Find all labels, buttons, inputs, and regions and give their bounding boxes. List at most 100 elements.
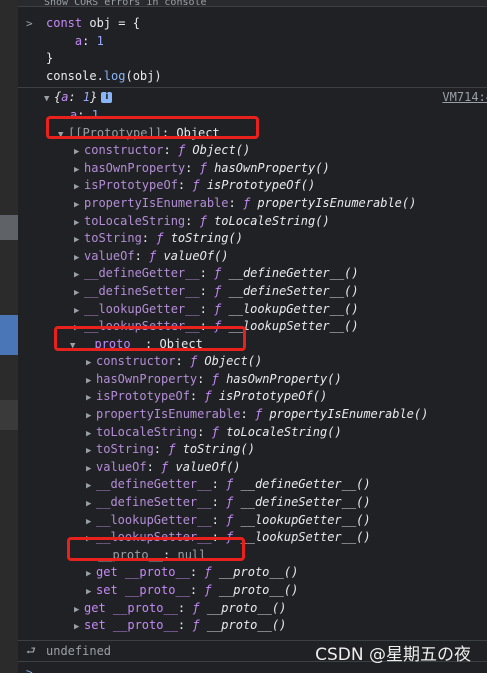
property-row[interactable]: ▶ toString: ƒ toString() [18, 230, 487, 248]
property-key: hasOwnProperty [96, 371, 198, 386]
function-signature: __lookupGetter__() [233, 512, 371, 527]
prompt-chevron-icon[interactable]: > [26, 662, 33, 673]
property-key: get __proto__ [96, 565, 190, 580]
code-text: console.log(obj) [46, 68, 162, 83]
property-row[interactable]: ▶ toLocaleString: ƒ toLocaleString() [18, 424, 487, 442]
function-icon: ƒ [211, 371, 219, 386]
function-signature: __defineSetter__() [233, 495, 371, 510]
property-row[interactable]: ▶ __lookupSetter__: ƒ __lookupSetter__() [18, 318, 487, 336]
function-signature: toLocaleString() [218, 424, 342, 439]
property-key: __defineSetter__ [96, 495, 212, 510]
expand-triangle-icon[interactable]: ▶ [74, 619, 84, 637]
property-row[interactable]: ▶ propertyIsEnumerable: ƒ propertyIsEnume… [18, 195, 487, 213]
code-line: > const obj = { [18, 15, 487, 33]
console-input-block: > const obj = { a: 1 } console.log(obj) [18, 7, 487, 85]
property-key: toString [96, 442, 154, 457]
property-row[interactable]: ▶ valueOf: ƒ valueOf() [18, 459, 487, 477]
function-icon: ƒ [192, 618, 200, 633]
watermark: CSDN @星期五の夜 [315, 645, 471, 665]
proto-null-row: __proto__: null [98, 547, 207, 562]
function-signature: __proto__() [199, 600, 287, 615]
left-gutter [0, 0, 18, 673]
settings-strip: Show CORS errors in console [18, 0, 487, 7]
function-signature: __defineGetter__() [221, 266, 359, 281]
source-link[interactable]: VM714:4 [442, 89, 487, 107]
proto-accessors: ▶ get __proto__: ƒ __proto__() ▶ set __prot… [18, 564, 487, 599]
property-row[interactable]: ▶ get __proto__: ƒ __proto__() [18, 600, 487, 618]
property-row[interactable]: ▶ __defineGetter__: ƒ __defineGetter__() [18, 265, 487, 283]
object-summary-row[interactable]: ▼{a: 1}i VM714:4 [18, 89, 487, 107]
function-signature: isPrototypeOf() [199, 178, 316, 193]
property-row[interactable]: ▶ __lookupSetter__: ƒ __lookupSetter__() [18, 529, 487, 547]
function-icon: ƒ [199, 160, 207, 175]
function-icon: ƒ [211, 424, 219, 439]
property-key: valueOf [84, 248, 135, 263]
prototype-children: ▶ constructor: ƒ Object() ▶ hasOwnProperty:… [18, 142, 487, 336]
code-line: console.log(obj) [18, 68, 487, 86]
property-key: hasOwnProperty [84, 160, 186, 175]
property-key: valueOf [96, 459, 147, 474]
function-signature: __proto__() [211, 565, 299, 580]
property-key: __lookupGetter__ [96, 512, 212, 527]
property-key: propertyIsEnumerable [96, 407, 241, 422]
property-row[interactable]: ▶ __lookupGetter__: ƒ __lookupGetter__() [18, 301, 487, 319]
function-signature: __lookupSetter__() [221, 319, 359, 334]
function-signature: Object() [185, 143, 251, 158]
code-text: const obj = { [46, 16, 140, 30]
prototype-row[interactable]: ▼ [[Prototype]]: Object [18, 125, 487, 143]
function-icon: ƒ [192, 178, 200, 193]
property-key: constructor [96, 354, 176, 369]
function-signature: propertyIsEnumerable() [262, 407, 429, 422]
property-key: toLocaleString [96, 424, 198, 439]
function-signature: __lookupGetter__() [221, 301, 359, 316]
property-row[interactable]: ▶ constructor: ƒ Object() [18, 142, 487, 160]
input-chevron-icon: > [26, 17, 33, 30]
property-row[interactable]: ▶ hasOwnProperty: ƒ hasOwnProperty() [18, 160, 487, 178]
code-text: } [46, 51, 54, 66]
function-signature: hasOwnProperty() [218, 371, 342, 386]
function-signature: hasOwnProperty() [206, 160, 330, 175]
property-row[interactable]: ▶ hasOwnProperty: ƒ hasOwnProperty() [18, 371, 487, 389]
function-signature: Object() [197, 354, 263, 369]
object-summary: {a: 1} [54, 90, 98, 105]
property-row[interactable]: ▶ get __proto__: ƒ __proto__() [18, 564, 487, 582]
function-icon: ƒ [204, 565, 212, 580]
property-row[interactable]: ▶ valueOf: ƒ valueOf() [18, 248, 487, 266]
property-row[interactable]: ▶ __defineGetter__: ƒ __defineGetter__() [18, 476, 487, 494]
property-row[interactable]: ▶ set __proto__: ƒ __proto__() [18, 582, 487, 600]
property-key: propertyIsEnumerable [84, 195, 229, 210]
property-key: __lookupGetter__ [84, 301, 200, 316]
property-row[interactable]: ▶ isPrototypeOf: ƒ isPrototypeOf() [18, 388, 487, 406]
property-row[interactable]: ▶ set __proto__: ƒ __proto__() [18, 617, 487, 635]
property-key: toLocaleString [84, 213, 186, 228]
function-signature: __proto__() [199, 618, 287, 633]
property-row[interactable]: ▶ __lookupGetter__: ƒ __lookupGetter__() [18, 512, 487, 530]
function-signature: valueOf() [156, 248, 229, 263]
property-row[interactable]: ▶ propertyIsEnumerable: ƒ propertyIsEnume… [18, 406, 487, 424]
function-icon: ƒ [204, 389, 212, 404]
info-icon[interactable]: i [101, 92, 113, 104]
property-key: get __proto__ [84, 600, 178, 615]
property-key: isPrototypeOf [84, 178, 178, 193]
property-row[interactable]: ▶ isPrototypeOf: ƒ isPrototypeOf() [18, 177, 487, 195]
function-signature: __defineGetter__() [233, 477, 371, 492]
property-row[interactable]: ▶ toLocaleString: ƒ toLocaleString() [18, 213, 487, 231]
function-signature: valueOf() [168, 459, 241, 474]
property-key: set __proto__ [96, 583, 190, 597]
function-signature: isPrototypeOf() [211, 389, 328, 404]
property-row[interactable]: ▶ __defineSetter__: ƒ __defineSetter__() [18, 494, 487, 512]
function-signature: toString() [163, 231, 243, 246]
property-row[interactable]: ▶ __defineSetter__: ƒ __defineSetter__() [18, 283, 487, 301]
console-output-block: ▼{a: 1}i VM714:4 a: 1 ▼[[Prototype]]: Ob… [18, 88, 487, 634]
property-row[interactable]: ▶ constructor: ƒ Object() [18, 353, 487, 371]
devtools-console: Show CORS errors in console > const obj … [18, 0, 487, 673]
function-signature: toString() [175, 442, 255, 457]
property-row[interactable]: ▶ toString: ƒ toString() [18, 441, 487, 459]
function-icon: ƒ [204, 583, 212, 597]
return-arrow-icon: ⮐ [26, 643, 36, 657]
function-signature: propertyIsEnumerable() [250, 195, 417, 210]
property-key: __defineSetter__ [84, 283, 200, 298]
prototype-accessors: ▶ get __proto__: ƒ __proto__() ▶ set __prot… [18, 600, 487, 635]
proto-row[interactable]: ▼ __proto__: Object [18, 336, 487, 354]
function-icon: ƒ [192, 600, 200, 615]
